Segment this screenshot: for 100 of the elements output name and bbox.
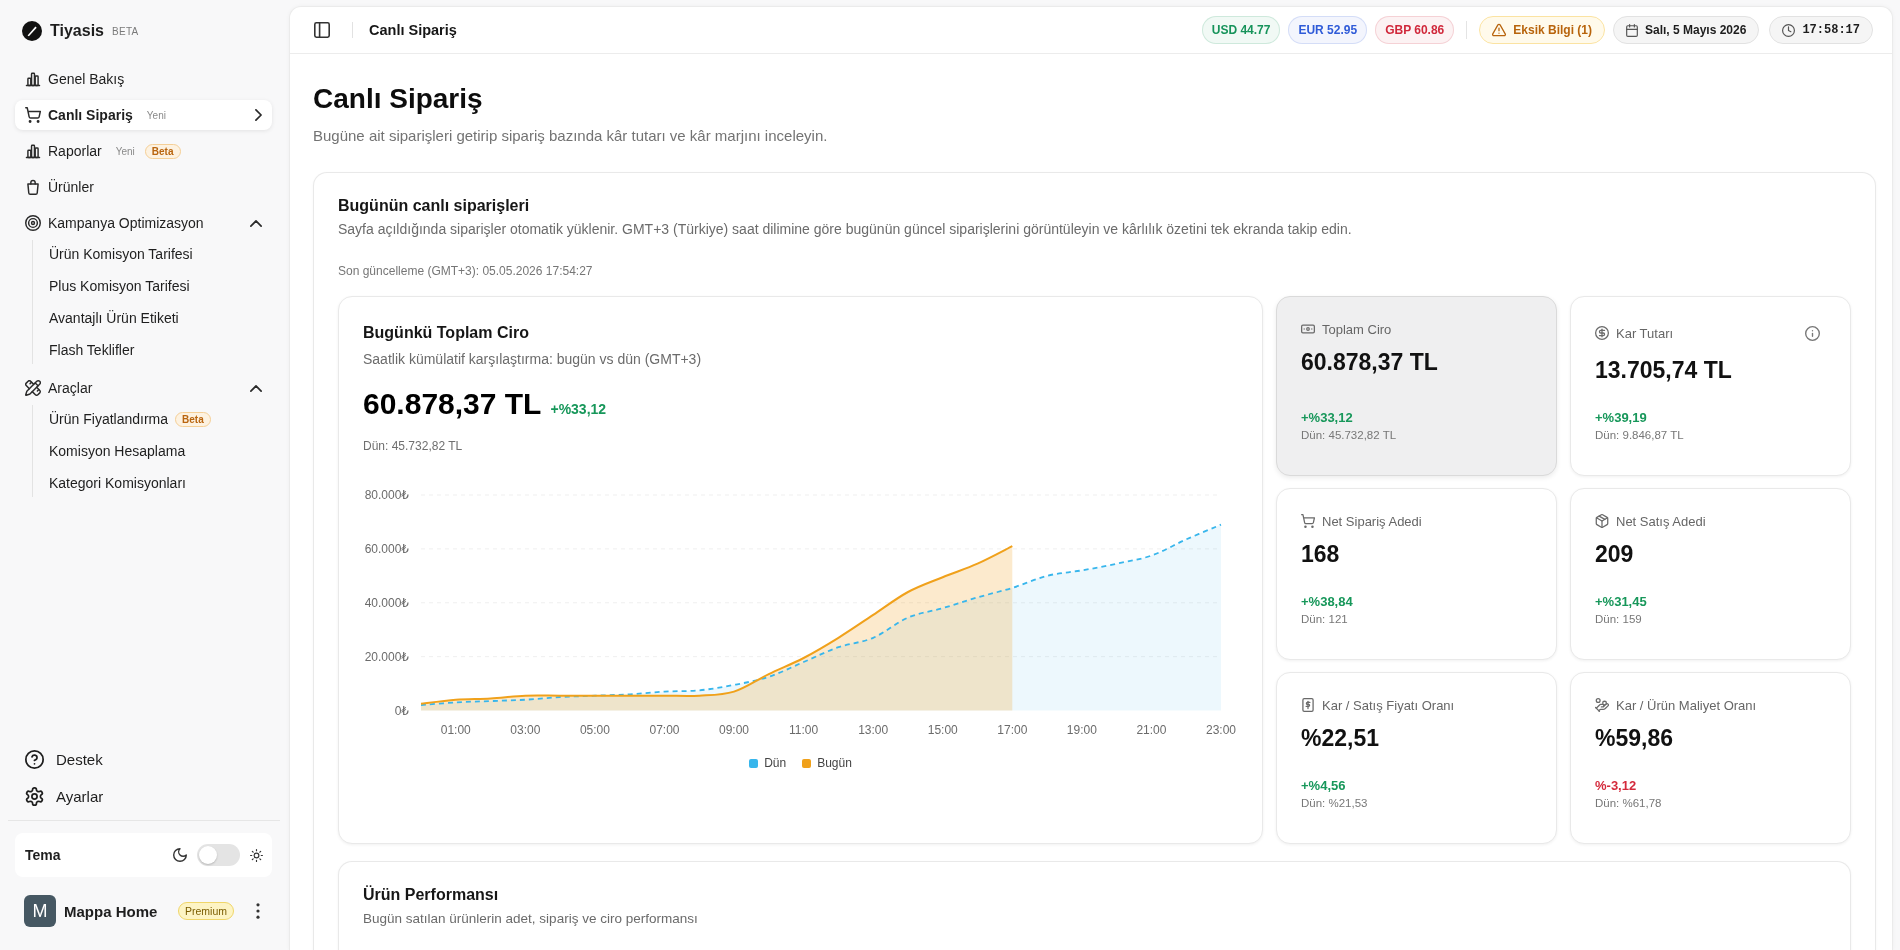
stat-previous: Dün: 121 — [1301, 612, 1349, 627]
chart-title: Bugünkü Toplam Ciro — [363, 323, 530, 343]
stat-label: Kar Tutarı — [1616, 325, 1674, 341]
stat-value: %22,51 — [1301, 724, 1380, 752]
nav-item[interactable]: Genel Bakış — [15, 64, 272, 94]
nav-subitem[interactable]: Avantajlı Ürün Etiketi — [33, 304, 272, 332]
nav-subitem[interactable]: Flash Teklifler — [33, 336, 272, 364]
nav-item[interactable]: Ürünler — [15, 172, 272, 202]
dollar-square-icon — [1301, 698, 1315, 712]
legend-label[interactable]: Bugün — [817, 755, 852, 771]
tag-badge: Beta — [144, 143, 181, 159]
tag-text: Yeni — [146, 109, 166, 121]
chevron-right-icon — [255, 109, 262, 121]
user-avatar: M — [24, 895, 56, 927]
banknote-icon — [1301, 322, 1315, 336]
nav-item[interactable]: Kampanya Optimizasyon — [15, 208, 272, 238]
nav-subitem[interactable]: Kategori Komisyonları — [33, 469, 272, 497]
axis-label: 15:00 — [927, 723, 958, 737]
axis-label: 01:00 — [440, 723, 471, 737]
axis-label: 11:00 — [789, 723, 819, 737]
cart-icon — [1301, 514, 1315, 528]
axis-label: 40.000₺ — [364, 595, 409, 610]
time-text: 17:58:17 — [1802, 23, 1860, 37]
stat-change: +%33,12 — [1301, 409, 1354, 427]
stat-change: +%39,19 — [1595, 409, 1648, 427]
axis-label: 21:00 — [1136, 723, 1167, 737]
axis-label: 07:00 — [649, 723, 680, 737]
cart-icon — [25, 107, 41, 123]
tag-text: Yeni — [115, 145, 135, 157]
axis-label: 13:00 — [858, 723, 889, 737]
nav-subitem[interactable]: Komisyon Hesaplama — [33, 437, 272, 465]
page-title: Canlı Sipariş — [313, 82, 484, 116]
nav-item[interactable]: Destek — [15, 743, 272, 775]
theme-toggle[interactable] — [197, 844, 240, 866]
bag-icon — [25, 179, 41, 195]
nav-item[interactable]: Ayarlar — [15, 780, 272, 812]
axis-label: 03:00 — [510, 723, 541, 737]
panel-left-icon — [314, 22, 330, 38]
nav-subitem[interactable]: Ürün Fiyatlandırma Beta — [33, 405, 272, 433]
brand-name: Tiyasis — [50, 22, 104, 40]
total-value: 60.878,37 TL — [363, 386, 542, 422]
missing-info-button[interactable]: Eksik Bilgi (1) — [1479, 16, 1605, 44]
currency-rate: USD 44.77 — [1201, 16, 1281, 44]
legend-label[interactable]: Dün — [764, 755, 787, 771]
bar-chart-icon — [25, 143, 41, 159]
axis-label: 05:00 — [579, 723, 610, 737]
nav-subitem[interactable]: Plus Komisyon Tarifesi — [33, 272, 272, 300]
stat-change: +%31,45 — [1595, 593, 1648, 611]
more-button[interactable] — [256, 903, 260, 919]
stat-previous: Dün: %61,78 — [1595, 796, 1663, 811]
axis-label: 20.000₺ — [364, 649, 409, 664]
stat-change: +%38,84 — [1301, 593, 1354, 611]
sidebar-toggle-button[interactable] — [314, 22, 330, 38]
stat-label: Kar / Ürün Maliyet Oranı — [1616, 697, 1757, 713]
stat-value: 209 — [1595, 540, 1635, 568]
stat-label: Toplam Ciro — [1322, 321, 1392, 337]
dots-vertical-icon — [256, 903, 260, 919]
stat-value: 168 — [1301, 540, 1341, 568]
stat-label: Net Sipariş Adedi — [1322, 513, 1422, 529]
stat-value: 60.878,37 TL — [1301, 348, 1439, 376]
performance-title: Ürün Performansı — [363, 884, 500, 905]
stat-previous: Dün: 159 — [1595, 612, 1643, 627]
tag-badge: Beta — [175, 411, 211, 427]
help-icon — [25, 749, 44, 769]
last-updated-text: Son güncelleme (GMT+3): 05.05.2026 17:54:27 — [338, 263, 594, 279]
pencil-ruler-icon — [25, 380, 41, 396]
previous-total: Dün: 45.732,82 TL — [363, 438, 464, 454]
topbar-title: Canlı Sipariş — [369, 22, 457, 38]
axis-label: 23:00 — [1206, 723, 1236, 737]
moon-icon — [173, 848, 187, 862]
axis-label: 09:00 — [719, 723, 750, 737]
warning-icon — [1492, 23, 1507, 37]
nav-item[interactable]: Canlı Sipariş Yeni — [15, 100, 272, 130]
nav-subitem[interactable]: Ürün Komisyon Tarifesi — [33, 240, 272, 268]
nav-item[interactable]: Raporlar Yeni Beta — [15, 136, 272, 166]
axis-label: 60.000₺ — [364, 541, 409, 556]
plan-badge: Premium — [178, 902, 234, 920]
info-icon[interactable] — [1805, 325, 1820, 341]
currency-rate: GBP 60.86 — [1375, 16, 1455, 44]
section-description: Sayfa açıldığında siparişler otomatik yüklenir. GMT+3 (Türkiye) saat dilimine göre bugünün güncel siparişlerini görüntüleyin ve kârlılık özetini tek ekranda takip edin. — [338, 220, 1353, 239]
stat-previous: Dün: 9.846,87 TL — [1595, 428, 1685, 443]
page-subtitle: Bugüne ait siparişleri getirip sipariş bazında kâr tutarı ve kâr marjını inceleyin. — [313, 126, 829, 146]
theme-label: Tema — [25, 847, 61, 863]
axis-label: 80.000₺ — [364, 488, 409, 502]
axis-label: 19:00 — [1066, 723, 1097, 737]
calendar-icon — [1626, 23, 1638, 37]
stat-value: %59,86 — [1595, 724, 1674, 752]
section-title: Bugünün canlı siparişleri — [338, 196, 531, 216]
dollar-circle-icon — [1595, 326, 1609, 340]
chart-subtitle: Saatlik kümülatif karşılaştırma: bugün vs dün (GMT+3) — [363, 350, 703, 369]
axis-label: 17:00 — [997, 723, 1028, 737]
stat-label: Kar / Satış Fiyatı Oranı — [1322, 697, 1455, 713]
clock-icon — [1782, 23, 1796, 37]
sun-icon — [250, 848, 263, 862]
currency-rate: EUR 52.95 — [1288, 16, 1368, 44]
user-name: Mappa Home — [64, 902, 158, 920]
settings-icon — [25, 786, 44, 806]
performance-subtitle: Bugün satılan ürünlerin adet, sipariş ve ciro performansı — [363, 910, 699, 928]
stat-change: %-3,12 — [1595, 777, 1638, 795]
nav-item[interactable]: Araçlar — [15, 373, 272, 403]
